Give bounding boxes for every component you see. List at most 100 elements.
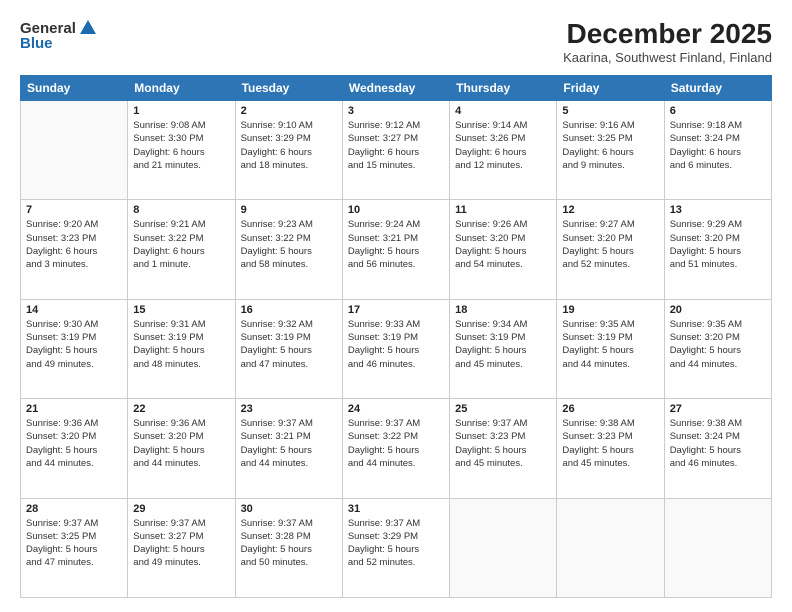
day-number: 8: [133, 204, 229, 216]
day-number: 17: [348, 304, 444, 316]
header: General Blue December 2025 Kaarina, Sout…: [20, 18, 772, 65]
day-info: Sunrise: 9:12 AM Sunset: 3:27 PM Dayligh…: [348, 119, 444, 172]
day-number: 26: [562, 403, 658, 415]
calendar-header-sunday: Sunday: [21, 76, 128, 101]
day-info: Sunrise: 9:38 AM Sunset: 3:24 PM Dayligh…: [670, 417, 766, 470]
day-number: 19: [562, 304, 658, 316]
day-info: Sunrise: 9:35 AM Sunset: 3:20 PM Dayligh…: [670, 318, 766, 371]
calendar-cell: 23 Sunrise: 9:37 AM Sunset: 3:21 PM Dayli…: [235, 399, 342, 498]
calendar-cell: 15Sunrise: 9:31 AM Sunset: 3:19 PM Dayli…: [128, 299, 235, 398]
calendar-cell: 8 Sunrise: 9:21 AM Sunset: 3:22 PM Daylig…: [128, 200, 235, 299]
calendar-table: SundayMondayTuesdayWednesdayThursdayFrid…: [20, 75, 772, 598]
calendar-cell: 26Sunrise: 9:38 AM Sunset: 3:23 PM Dayli…: [557, 399, 664, 498]
calendar-week-row: 7 Sunrise: 9:20 AM Sunset: 3:23 PM Daylig…: [21, 200, 772, 299]
day-info: Sunrise: 9:33 AM Sunset: 3:19 PM Dayligh…: [348, 318, 444, 371]
day-number: 16: [241, 304, 337, 316]
day-info: Sunrise: 9:18 AM Sunset: 3:24 PM Dayligh…: [670, 119, 766, 172]
calendar-week-row: 21 Sunrise: 9:36 AM Sunset: 3:20 PM Dayli…: [21, 399, 772, 498]
day-info: Sunrise: 9:20 AM Sunset: 3:23 PM Dayligh…: [26, 218, 122, 271]
day-info: Sunrise: 9:37 AM Sunset: 3:23 PM Dayligh…: [455, 417, 551, 470]
day-info: Sunrise: 9:37 AM Sunset: 3:21 PM Dayligh…: [241, 417, 337, 470]
day-info: Sunrise: 9:27 AM Sunset: 3:20 PM Dayligh…: [562, 218, 658, 271]
day-number: 6: [670, 105, 766, 117]
day-info: Sunrise: 9:16 AM Sunset: 3:25 PM Dayligh…: [562, 119, 658, 172]
calendar-week-row: 1 Sunrise: 9:08 AM Sunset: 3:30 PM Daylig…: [21, 101, 772, 200]
day-number: 24: [348, 403, 444, 415]
calendar-cell: 22 Sunrise: 9:36 AM Sunset: 3:20 PM Dayli…: [128, 399, 235, 498]
day-number: 22: [133, 403, 229, 415]
day-info: Sunrise: 9:37 AM Sunset: 3:27 PM Dayligh…: [133, 517, 229, 570]
calendar-cell: 30 Sunrise: 9:37 AM Sunset: 3:28 PM Dayli…: [235, 498, 342, 597]
day-number: 2: [241, 105, 337, 117]
day-info: Sunrise: 9:34 AM Sunset: 3:19 PM Dayligh…: [455, 318, 551, 371]
day-info: Sunrise: 9:21 AM Sunset: 3:22 PM Dayligh…: [133, 218, 229, 271]
calendar-week-row: 28Sunrise: 9:37 AM Sunset: 3:25 PM Dayli…: [21, 498, 772, 597]
calendar-header-monday: Monday: [128, 76, 235, 101]
calendar-header-thursday: Thursday: [450, 76, 557, 101]
calendar-header-wednesday: Wednesday: [342, 76, 449, 101]
day-number: 10: [348, 204, 444, 216]
calendar-cell: 2 Sunrise: 9:10 AM Sunset: 3:29 PM Daylig…: [235, 101, 342, 200]
calendar-cell: [557, 498, 664, 597]
calendar-cell: 7 Sunrise: 9:20 AM Sunset: 3:23 PM Daylig…: [21, 200, 128, 299]
calendar-cell: 29 Sunrise: 9:37 AM Sunset: 3:27 PM Dayli…: [128, 498, 235, 597]
day-info: Sunrise: 9:24 AM Sunset: 3:21 PM Dayligh…: [348, 218, 444, 271]
calendar-cell: 28Sunrise: 9:37 AM Sunset: 3:25 PM Dayli…: [21, 498, 128, 597]
day-info: Sunrise: 9:37 AM Sunset: 3:29 PM Dayligh…: [348, 517, 444, 570]
calendar-cell: 13 Sunrise: 9:29 AM Sunset: 3:20 PM Dayli…: [664, 200, 771, 299]
day-number: 11: [455, 204, 551, 216]
day-info: Sunrise: 9:14 AM Sunset: 3:26 PM Dayligh…: [455, 119, 551, 172]
day-info: Sunrise: 9:37 AM Sunset: 3:22 PM Dayligh…: [348, 417, 444, 470]
day-number: 23: [241, 403, 337, 415]
main-title: December 2025: [563, 18, 772, 50]
calendar-cell: 24 Sunrise: 9:37 AM Sunset: 3:22 PM Dayli…: [342, 399, 449, 498]
calendar-cell: 12 Sunrise: 9:27 AM Sunset: 3:20 PM Dayli…: [557, 200, 664, 299]
day-info: Sunrise: 9:36 AM Sunset: 3:20 PM Dayligh…: [133, 417, 229, 470]
calendar-cell: 11Sunrise: 9:26 AM Sunset: 3:20 PM Dayli…: [450, 200, 557, 299]
logo-blue-text: Blue: [20, 35, 53, 52]
day-info: Sunrise: 9:36 AM Sunset: 3:20 PM Dayligh…: [26, 417, 122, 470]
calendar-cell: [450, 498, 557, 597]
day-number: 31: [348, 503, 444, 515]
logo: General Blue: [20, 18, 98, 52]
day-number: 30: [241, 503, 337, 515]
calendar-cell: 5 Sunrise: 9:16 AM Sunset: 3:25 PM Daylig…: [557, 101, 664, 200]
day-number: 13: [670, 204, 766, 216]
day-number: 1: [133, 105, 229, 117]
calendar-cell: 16Sunrise: 9:32 AM Sunset: 3:19 PM Dayli…: [235, 299, 342, 398]
day-info: Sunrise: 9:08 AM Sunset: 3:30 PM Dayligh…: [133, 119, 229, 172]
day-info: Sunrise: 9:37 AM Sunset: 3:25 PM Dayligh…: [26, 517, 122, 570]
day-number: 7: [26, 204, 122, 216]
calendar-cell: [664, 498, 771, 597]
day-number: 29: [133, 503, 229, 515]
day-info: Sunrise: 9:29 AM Sunset: 3:20 PM Dayligh…: [670, 218, 766, 271]
logo-general-text: General: [20, 20, 76, 37]
calendar-cell: [21, 101, 128, 200]
calendar-cell: 25 Sunrise: 9:37 AM Sunset: 3:23 PM Dayli…: [450, 399, 557, 498]
calendar-cell: 20 Sunrise: 9:35 AM Sunset: 3:20 PM Dayli…: [664, 299, 771, 398]
calendar-cell: 31 Sunrise: 9:37 AM Sunset: 3:29 PM Dayli…: [342, 498, 449, 597]
day-number: 21: [26, 403, 122, 415]
day-number: 12: [562, 204, 658, 216]
calendar-cell: 27 Sunrise: 9:38 AM Sunset: 3:24 PM Dayli…: [664, 399, 771, 498]
day-number: 20: [670, 304, 766, 316]
calendar-cell: 18 Sunrise: 9:34 AM Sunset: 3:19 PM Dayli…: [450, 299, 557, 398]
calendar-cell: 3Sunrise: 9:12 AM Sunset: 3:27 PM Daylig…: [342, 101, 449, 200]
day-number: 4: [455, 105, 551, 117]
day-number: 5: [562, 105, 658, 117]
sub-title: Kaarina, Southwest Finland, Finland: [563, 50, 772, 65]
calendar-header-tuesday: Tuesday: [235, 76, 342, 101]
calendar-header-friday: Friday: [557, 76, 664, 101]
calendar-header-saturday: Saturday: [664, 76, 771, 101]
day-number: 25: [455, 403, 551, 415]
day-number: 18: [455, 304, 551, 316]
day-number: 9: [241, 204, 337, 216]
logo-icon: [78, 18, 98, 38]
calendar-header-row: SundayMondayTuesdayWednesdayThursdayFrid…: [21, 76, 772, 101]
day-info: Sunrise: 9:31 AM Sunset: 3:19 PM Dayligh…: [133, 318, 229, 371]
day-number: 27: [670, 403, 766, 415]
day-info: Sunrise: 9:35 AM Sunset: 3:19 PM Dayligh…: [562, 318, 658, 371]
calendar-cell: 6 Sunrise: 9:18 AM Sunset: 3:24 PM Daylig…: [664, 101, 771, 200]
day-info: Sunrise: 9:37 AM Sunset: 3:28 PM Dayligh…: [241, 517, 337, 570]
day-info: Sunrise: 9:10 AM Sunset: 3:29 PM Dayligh…: [241, 119, 337, 172]
